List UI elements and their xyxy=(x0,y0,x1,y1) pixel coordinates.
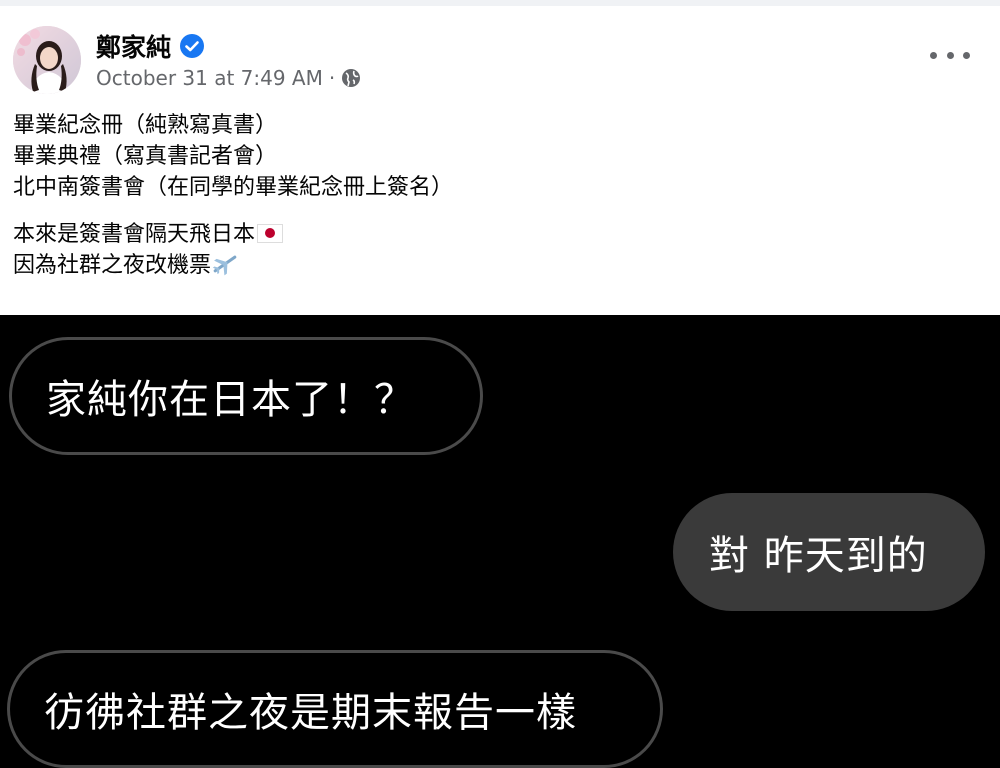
message-text: 對 昨天到的 xyxy=(709,533,928,579)
more-options-icon[interactable] xyxy=(930,48,970,62)
more-dot xyxy=(946,51,954,59)
post-timestamp[interactable]: October 31 at 7:49 AM xyxy=(96,66,323,90)
more-dot xyxy=(963,51,970,59)
post-line-text: 因為社群之夜改機票 xyxy=(13,253,212,278)
airplane-icon xyxy=(211,252,239,276)
incoming-message-bubble: 彷彿社群之夜是期末報告一樣 xyxy=(7,650,663,768)
incoming-message-bubble: 家純你在日本了！？ xyxy=(9,337,483,455)
avatar[interactable] xyxy=(13,26,81,94)
outgoing-message-bubble: 對 昨天到的 xyxy=(673,493,985,611)
more-dot xyxy=(930,51,937,59)
verified-badge-icon xyxy=(179,33,205,59)
post-meta: October 31 at 7:49 AM · xyxy=(96,66,361,90)
post-line: 畢業典禮（寫真書記者會） xyxy=(13,144,278,169)
message-text: 彷彿社群之夜是期末報告一樣 xyxy=(44,690,577,736)
post-line-text: 本來是簽書會隔天飛日本 xyxy=(13,222,256,247)
meta-separator: · xyxy=(328,66,336,90)
japan-flag-icon xyxy=(257,224,284,243)
facebook-post: 鄭家純 October 31 at 7:49 AM · 畢業紀念冊（純熟寫真書）… xyxy=(0,6,1000,315)
post-line: 本來是簽書會隔天飛日本 xyxy=(13,219,453,250)
post-line: 因為社群之夜改機票 xyxy=(13,250,453,281)
post-author[interactable]: 鄭家純 xyxy=(96,28,205,64)
globe-icon[interactable] xyxy=(341,68,361,88)
post-line: 北中南簽書會（在同學的畢業紀念冊上簽名） xyxy=(13,175,454,200)
chat-screenshot: 家純你在日本了！？ 對 昨天到的 彷彿社群之夜是期末報告一樣 xyxy=(0,315,1000,768)
message-text: 家純你在日本了！？ xyxy=(46,377,415,423)
author-name[interactable]: 鄭家純 xyxy=(96,28,171,64)
post-body: 畢業紀念冊（純熟寫真書） 畢業典禮（寫真書記者會） 北中南簽書會（在同學的畢業紀… xyxy=(13,110,453,281)
post-line: 畢業紀念冊（純熟寫真書） xyxy=(13,113,278,138)
